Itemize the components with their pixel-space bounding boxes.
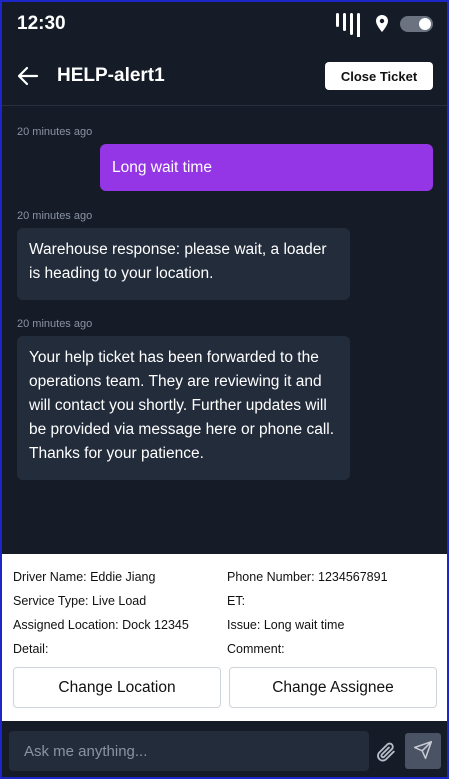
service-type: Service Type: Live Load [13, 594, 147, 608]
message-list: 20 minutes ago Long wait time 20 minutes… [2, 107, 447, 554]
send-button[interactable] [405, 733, 441, 769]
status-bar: 12:30 [2, 2, 447, 48]
assigned-location: Assigned Location: Dock 12345 [13, 618, 189, 632]
page-title: HELP-alert1 [57, 65, 165, 86]
issue-field: Issue: Long wait time [227, 618, 345, 632]
message-timestamp: 20 minutes ago [17, 318, 93, 330]
change-assignee-button[interactable]: Change Assignee [229, 667, 437, 708]
send-icon [413, 740, 433, 763]
outgoing-message: Long wait time [100, 144, 433, 191]
message-timestamp: 20 minutes ago [17, 210, 93, 222]
chat-input-bar [2, 721, 447, 777]
incoming-message: Warehouse response: please wait, a loade… [17, 228, 350, 300]
incoming-message: Your help ticket has been forwarded to t… [17, 336, 350, 480]
message-timestamp: 20 minutes ago [17, 126, 93, 138]
app-frame: 12:30 HELP-alert1 Close Ticket 20 minute… [0, 0, 449, 779]
driver-name: Driver Name: Eddie Jiang [13, 570, 156, 584]
toggle-knob [419, 18, 431, 30]
close-ticket-button[interactable]: Close Ticket [325, 62, 433, 90]
ticket-info-panel: Driver Name: Eddie Jiang Phone Number: 1… [2, 554, 447, 721]
et-field: ET: [227, 594, 246, 608]
status-time: 12:30 [17, 13, 66, 34]
toggle-icon[interactable] [400, 16, 433, 32]
paperclip-icon[interactable] [375, 741, 397, 768]
signal-icon [335, 11, 365, 42]
phone-number: Phone Number: 1234567891 [227, 570, 388, 584]
header: HELP-alert1 Close Ticket [2, 48, 447, 106]
detail-field: Detail: [13, 642, 49, 656]
chat-input[interactable] [9, 731, 369, 771]
location-pin-icon [375, 15, 389, 38]
change-location-button[interactable]: Change Location [13, 667, 221, 708]
comment-field: Comment: [227, 642, 285, 656]
arrow-left-icon[interactable] [17, 65, 39, 92]
